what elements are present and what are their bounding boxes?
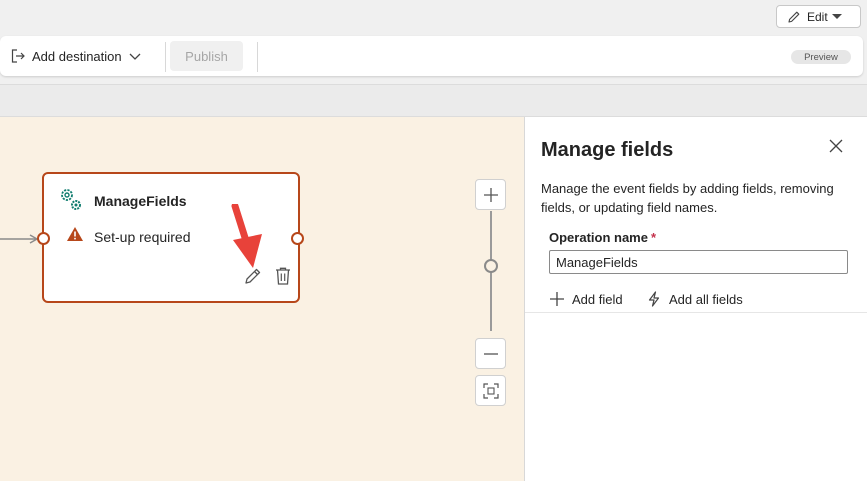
- zoom-slider-thumb[interactable]: [484, 259, 498, 273]
- canvas[interactable]: ManageFields Set-up required: [0, 117, 524, 481]
- preview-badge: Preview: [791, 50, 851, 64]
- pencil-icon: [788, 11, 800, 23]
- zoom-out-button[interactable]: [475, 338, 506, 369]
- caret-down-icon: [831, 14, 842, 19]
- add-all-fields-label: Add all fields: [669, 291, 743, 307]
- operation-name-label: Operation name *: [549, 230, 656, 245]
- ribbon-strip: [0, 84, 867, 117]
- plus-icon: [550, 292, 564, 306]
- toolbar: Add destination Publish Preview: [0, 36, 863, 76]
- fit-to-screen-icon: [482, 382, 499, 399]
- export-icon: [11, 49, 25, 63]
- top-bar: Edit: [0, 0, 867, 36]
- add-field-button[interactable]: Add field: [549, 289, 623, 309]
- edit-label: Edit: [807, 9, 828, 24]
- close-icon[interactable]: [827, 137, 845, 155]
- operation-name-input[interactable]: [549, 250, 848, 274]
- toolbar-divider: [257, 42, 258, 72]
- node-title: ManageFields: [94, 193, 187, 209]
- node-status: Set-up required: [94, 229, 191, 245]
- toolbar-divider: [165, 42, 166, 72]
- publish-button[interactable]: Publish: [170, 41, 243, 71]
- manage-fields-panel: Manage fields Manage the event fields by…: [524, 117, 867, 481]
- annotation-arrow-icon: [231, 204, 262, 268]
- panel-description: Manage the event fields by adding fields…: [541, 181, 834, 215]
- input-port[interactable]: [37, 232, 50, 245]
- gear-icon: [61, 189, 81, 210]
- delete-trash-icon[interactable]: [274, 266, 292, 286]
- plus-icon: [483, 187, 498, 202]
- lightning-icon: [648, 291, 660, 307]
- add-destination-label: Add destination: [32, 48, 122, 64]
- output-port[interactable]: [291, 232, 304, 245]
- edit-button[interactable]: Edit: [776, 5, 861, 28]
- chevron-down-icon: [129, 53, 141, 60]
- warning-icon: [67, 227, 83, 241]
- required-marker: *: [650, 230, 657, 245]
- panel-title: Manage fields: [541, 139, 674, 161]
- fit-to-screen-button[interactable]: [475, 375, 506, 406]
- add-all-fields-button[interactable]: Add all fields: [646, 289, 743, 309]
- zoom-in-button[interactable]: [475, 179, 506, 210]
- panel-divider: [525, 312, 867, 313]
- manage-fields-node[interactable]: ManageFields Set-up required: [42, 172, 300, 303]
- add-destination-button[interactable]: Add destination: [10, 45, 142, 67]
- operation-name-label-text: Operation name: [549, 230, 648, 245]
- add-field-label: Add field: [572, 291, 623, 307]
- minus-icon: [483, 352, 498, 355]
